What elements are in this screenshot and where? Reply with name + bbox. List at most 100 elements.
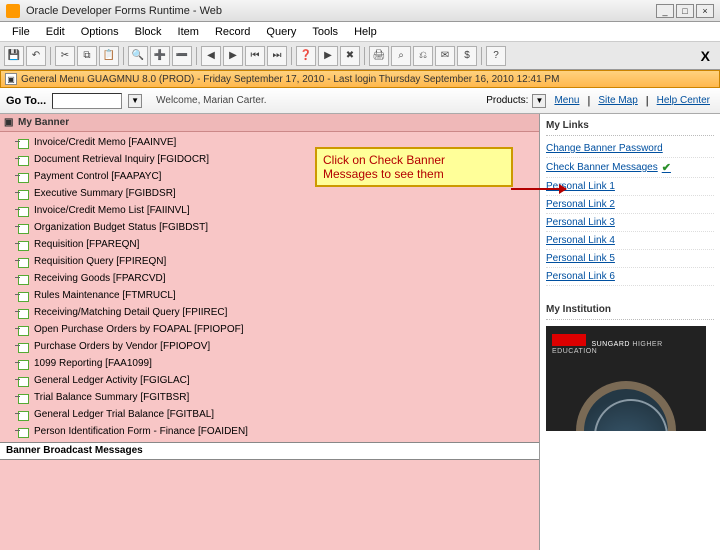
navbar-right: Products: ▼ Menu | Site Map | Help Cente… <box>486 94 714 108</box>
document-icon: ▣ <box>5 73 17 85</box>
form-icon <box>18 308 30 318</box>
toolbar: 💾 ↶ ✂ ⧉ 📋 🔍 ➕ ➖ ◀ ▶ ⏮ ⏭ ❓ ▶ ✖ 🖨 ⌕ ⎌ ✉ $ … <box>0 42 720 70</box>
tree-item[interactable]: Receiving/Matching Detail Query [FPIIREC… <box>18 304 539 321</box>
tree-item-label: Trial Balance Summary [FGITBSR] <box>34 392 189 403</box>
link-label: Personal Link 1 <box>546 181 615 192</box>
sitemap-link[interactable]: Site Map <box>594 95 641 106</box>
personal-link-6[interactable]: Personal Link 6 <box>546 268 714 286</box>
execute-query-icon[interactable]: ▶ <box>318 46 338 66</box>
broadcast-icon[interactable]: ✉ <box>435 46 455 66</box>
goto-label: Go To... <box>6 95 46 107</box>
window-title: Oracle Developer Forms Runtime - Web <box>26 5 222 17</box>
link-label: Change Banner Password <box>546 143 663 154</box>
broadcast-header[interactable]: Banner Broadcast Messages <box>0 442 539 460</box>
maximize-button[interactable]: □ <box>676 4 694 18</box>
link-label: Personal Link 6 <box>546 271 615 282</box>
tree-item[interactable]: Executive Summary [FGIBDSR] <box>18 185 539 202</box>
instruction-callout: Click on Check Banner Messages to see th… <box>315 147 513 187</box>
products-dropdown-icon[interactable]: ▼ <box>532 94 546 108</box>
tree-item[interactable]: Receiving Goods [FPARCVD] <box>18 270 539 287</box>
close-button[interactable]: × <box>696 4 714 18</box>
tree-item[interactable]: 1099 Reporting [FAA1099] <box>18 355 539 372</box>
rollback-icon[interactable]: ↶ <box>26 46 46 66</box>
cancel-query-icon[interactable]: ✖ <box>340 46 360 66</box>
toolbar-separator <box>291 47 292 65</box>
personal-link-4[interactable]: Personal Link 4 <box>546 232 714 250</box>
menu-file[interactable]: File <box>6 24 36 40</box>
cut-icon[interactable]: ✂ <box>55 46 75 66</box>
help-center-link[interactable]: Help Center <box>653 95 714 106</box>
tree-item-label: Open Purchase Orders by FOAPAL [FPIOPOF] <box>34 324 244 335</box>
form-icon <box>18 223 30 233</box>
enter-query-icon[interactable]: ❓ <box>296 46 316 66</box>
remove-icon[interactable]: ➖ <box>172 46 192 66</box>
insert-icon[interactable]: ➕ <box>150 46 170 66</box>
sungard-logo: SUNGARD HIGHER EDUCATION <box>552 334 706 355</box>
sungard-box-icon <box>552 334 586 346</box>
tree-item[interactable]: Invoice/Credit Memo List [FAIINVL] <box>18 202 539 219</box>
tree-item[interactable]: Trial Balance Summary [FGITBSR] <box>18 389 539 406</box>
tree-item[interactable]: Person Identification Form - Finance [FO… <box>18 423 539 440</box>
menu-options[interactable]: Options <box>75 24 125 40</box>
tree-item[interactable]: Requisition [FPAREQN] <box>18 236 539 253</box>
help-icon[interactable]: ? <box>486 46 506 66</box>
save-icon[interactable]: 💾 <box>4 46 24 66</box>
print-icon[interactable]: 🖨 <box>369 46 389 66</box>
menu-query[interactable]: Query <box>260 24 302 40</box>
xquery-icon[interactable]: ⌕ <box>391 46 411 66</box>
broadcast-label: Banner Broadcast Messages <box>6 445 143 456</box>
tree-root[interactable]: ▣ My Banner <box>0 114 539 132</box>
menu-link[interactable]: Menu <box>550 95 583 106</box>
menu-item[interactable]: Item <box>172 24 205 40</box>
paste-icon[interactable]: 📋 <box>99 46 119 66</box>
menu-help[interactable]: Help <box>348 24 383 40</box>
personal-link-5[interactable]: Personal Link 5 <box>546 250 714 268</box>
tree-item-label: Receiving/Matching Detail Query [FPIIREC… <box>34 307 227 318</box>
inner-window-title: General Menu GUAGMNU 8.0 (PROD) - Friday… <box>21 74 559 85</box>
minimize-button[interactable]: _ <box>656 4 674 18</box>
menu-block[interactable]: Block <box>129 24 168 40</box>
goto-input[interactable] <box>52 93 122 109</box>
folder-open-icon: ▣ <box>4 118 14 128</box>
tree-item[interactable]: General Ledger Trial Balance [FGITBAL] <box>18 406 539 423</box>
form-icon <box>18 155 30 165</box>
tree-item-label: Requisition [FPAREQN] <box>34 239 139 250</box>
personal-link-1[interactable]: Personal Link 1 <box>546 178 714 196</box>
welcome-text: Welcome, Marian Carter. <box>156 95 266 106</box>
personal-link-3[interactable]: Personal Link 3 <box>546 214 714 232</box>
change-password-link[interactable]: Change Banner Password <box>546 140 714 158</box>
tree-item[interactable]: Open Purchase Orders by FOAPAL [FPIOPOF] <box>18 321 539 338</box>
tree-item[interactable]: General Ledger Activity [FGIGLAC] <box>18 372 539 389</box>
tree-item[interactable]: Requisition Query [FPIREQN] <box>18 253 539 270</box>
tree-item-label: Organization Budget Status [FGIBDST] <box>34 222 208 233</box>
menu-record[interactable]: Record <box>209 24 256 40</box>
next-record-icon[interactable]: ▶ <box>223 46 243 66</box>
copy-icon[interactable]: ⧉ <box>77 46 97 66</box>
menubar: File Edit Options Block Item Record Quer… <box>0 22 720 42</box>
tree-item-label: Executive Summary [FGIBDSR] <box>34 188 176 199</box>
broadcast-body <box>0 460 539 550</box>
toolbar-separator <box>123 47 124 65</box>
tree-item[interactable]: Purchase Orders by Vendor [FPIOPOV] <box>18 338 539 355</box>
arch-icon <box>576 381 676 431</box>
prev-block-icon[interactable]: ⏮ <box>245 46 265 66</box>
search-icon[interactable]: 🔍 <box>128 46 148 66</box>
my-institution-header: My Institution <box>546 300 714 320</box>
tree-item[interactable]: Organization Budget Status [FGIBDST] <box>18 219 539 236</box>
menu-edit[interactable]: Edit <box>40 24 71 40</box>
goto-dropdown-icon[interactable]: ▼ <box>128 94 142 108</box>
finaid-icon[interactable]: $ <box>457 46 477 66</box>
form-icon <box>18 274 30 284</box>
prev-record-icon[interactable]: ◀ <box>201 46 221 66</box>
tree-item[interactable]: Rules Maintenance [FTMRUCL] <box>18 287 539 304</box>
menu-tools[interactable]: Tools <box>306 24 344 40</box>
next-block-icon[interactable]: ⏭ <box>267 46 287 66</box>
my-links-header: My Links <box>546 116 714 136</box>
workflow-icon[interactable]: ⎌ <box>413 46 433 66</box>
nav-divider: | <box>587 95 590 107</box>
link-label: Check Banner Messages <box>546 162 658 173</box>
tree-item-label: General Ledger Activity [FGIGLAC] <box>34 375 190 386</box>
check-messages-link[interactable]: Check Banner Messages✔ <box>546 158 714 178</box>
exit-button[interactable]: X <box>695 48 716 64</box>
personal-link-2[interactable]: Personal Link 2 <box>546 196 714 214</box>
